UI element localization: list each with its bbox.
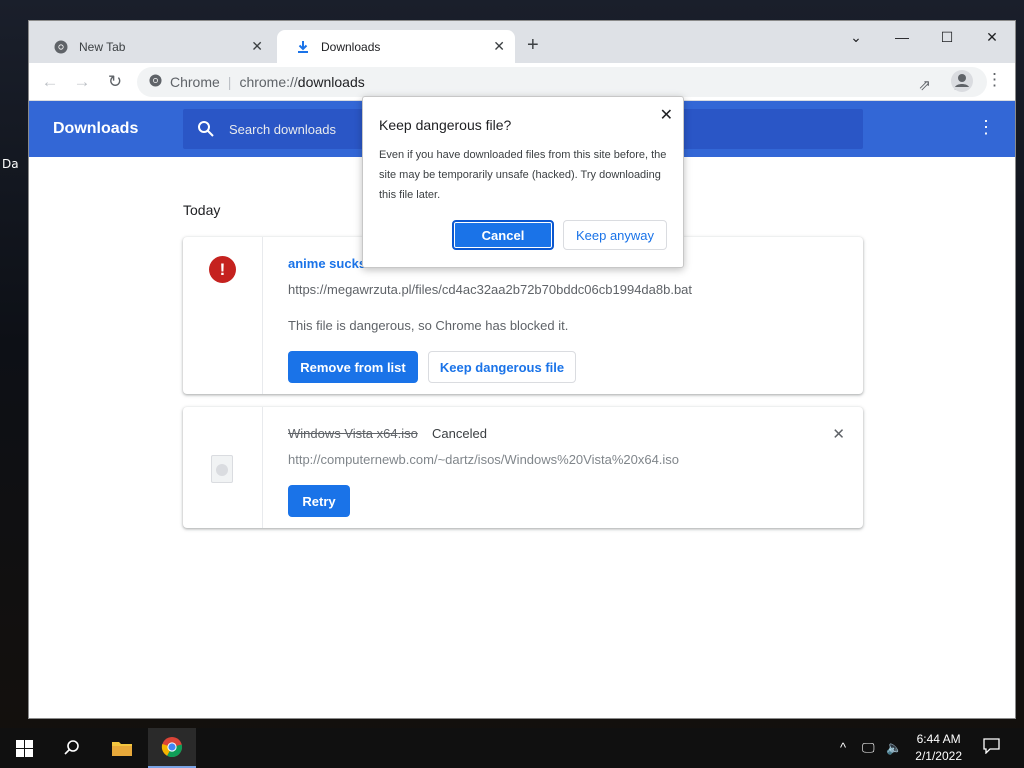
windows-logo-icon bbox=[15, 739, 33, 757]
volume-muted-icon[interactable]: 🔈 bbox=[886, 740, 902, 756]
new-tab-button[interactable]: + bbox=[527, 35, 539, 55]
download-item-canceled: Windows Vista x64.iso Canceled http://co… bbox=[183, 407, 863, 528]
start-button[interactable] bbox=[0, 728, 48, 768]
address-separator: | bbox=[227, 74, 232, 90]
clock-time: 6:44 AM bbox=[916, 732, 961, 746]
dialog-title: Keep dangerous file? bbox=[379, 117, 512, 133]
browser-window: New Tab ✕ Downloads ✕ + ⌄ — ☐ ✕ ← → ↻ Ch… bbox=[28, 20, 1016, 719]
notification-icon[interactable] bbox=[983, 738, 1000, 757]
file-url[interactable]: http://computernewb.com/~dartz/isos/Wind… bbox=[288, 452, 679, 467]
danger-warning-icon: ! bbox=[209, 256, 236, 283]
taskbar-clock[interactable]: 6:44 AM 2/1/2022 bbox=[915, 731, 962, 765]
icon-column bbox=[183, 407, 263, 528]
search-icon bbox=[64, 740, 79, 755]
folder-icon bbox=[112, 742, 132, 756]
dialog-body: Even if you have downloaded files from t… bbox=[379, 149, 667, 201]
address-bar[interactable]: Chrome | chrome:// downloads ⇗ ☆ bbox=[137, 67, 987, 97]
page-title: Downloads bbox=[53, 120, 139, 137]
retry-button[interactable]: Retry bbox=[288, 485, 350, 517]
share-icon[interactable]: ⇗ bbox=[918, 76, 931, 94]
forward-button[interactable]: → bbox=[71, 72, 93, 92]
taskbar: ^ 🖵 🔈 6:44 AM 2/1/2022 bbox=[0, 728, 1024, 768]
back-button[interactable]: ← bbox=[39, 72, 61, 92]
danger-description: This file is dangerous, so Chrome has bl… bbox=[288, 318, 569, 333]
chrome-icon bbox=[161, 737, 183, 758]
maximize-button[interactable]: ☐ bbox=[932, 29, 962, 46]
desktop-icon-label: Da bbox=[2, 157, 19, 171]
keep-anyway-button[interactable]: Keep anyway bbox=[563, 220, 667, 250]
search-placeholder: Search downloads bbox=[229, 121, 336, 137]
network-icon[interactable]: 🖵 bbox=[862, 740, 875, 756]
cancel-button[interactable]: Cancel bbox=[452, 220, 554, 250]
file-name-link[interactable]: anime sucks. bbox=[288, 256, 370, 271]
dialog-close-icon[interactable]: ✕ bbox=[660, 105, 673, 125]
close-window-button[interactable]: ✕ bbox=[977, 29, 1007, 46]
keep-dangerous-file-button[interactable]: Keep dangerous file bbox=[428, 351, 576, 383]
url-path: downloads bbox=[297, 74, 365, 90]
download-status: Canceled bbox=[432, 426, 487, 441]
downloads-menu-icon[interactable]: ⋮ bbox=[977, 118, 995, 136]
remove-item-close-icon[interactable]: ✕ bbox=[832, 425, 845, 443]
keep-dangerous-file-dialog: Keep dangerous file? ✕ Even if you have … bbox=[362, 96, 684, 268]
tab-strip: New Tab ✕ Downloads ✕ + ⌄ — ☐ ✕ bbox=[29, 21, 1015, 63]
clock-date: 2/1/2022 bbox=[915, 749, 962, 763]
chrome-icon bbox=[53, 39, 69, 55]
close-tab-icon[interactable]: ✕ bbox=[251, 38, 263, 55]
reload-button[interactable]: ↻ bbox=[104, 72, 126, 92]
file-explorer-button[interactable] bbox=[98, 728, 146, 768]
date-section-heading: Today bbox=[183, 202, 221, 218]
url-scheme: chrome:// bbox=[239, 74, 298, 90]
download-icon bbox=[295, 39, 311, 55]
search-button[interactable] bbox=[48, 728, 96, 768]
close-tab-icon[interactable]: ✕ bbox=[493, 38, 505, 55]
file-name: Windows Vista x64.iso bbox=[288, 426, 418, 441]
tab-label: New Tab bbox=[79, 39, 126, 54]
file-url[interactable]: https://megawrzuta.pl/files/cd4ac32aa2b7… bbox=[288, 282, 692, 297]
profile-avatar-icon[interactable] bbox=[951, 70, 973, 97]
icon-column: ! bbox=[183, 237, 263, 394]
chrome-icon bbox=[149, 74, 162, 90]
browser-menu-icon[interactable]: ⋮ bbox=[986, 71, 1003, 88]
show-hidden-icons-chevron-icon[interactable]: ^ bbox=[840, 740, 846, 755]
tab-search-chevron-icon[interactable]: ⌄ bbox=[841, 29, 871, 46]
chrome-taskbar-button[interactable] bbox=[148, 728, 196, 768]
site-label: Chrome bbox=[170, 74, 220, 90]
search-icon bbox=[197, 120, 215, 138]
file-icon bbox=[211, 455, 233, 483]
minimize-button[interactable]: — bbox=[887, 29, 917, 45]
tab-new-tab[interactable]: New Tab ✕ bbox=[35, 30, 273, 63]
tab-downloads[interactable]: Downloads ✕ bbox=[277, 30, 515, 63]
tab-label: Downloads bbox=[321, 39, 381, 54]
remove-from-list-button[interactable]: Remove from list bbox=[288, 351, 418, 383]
